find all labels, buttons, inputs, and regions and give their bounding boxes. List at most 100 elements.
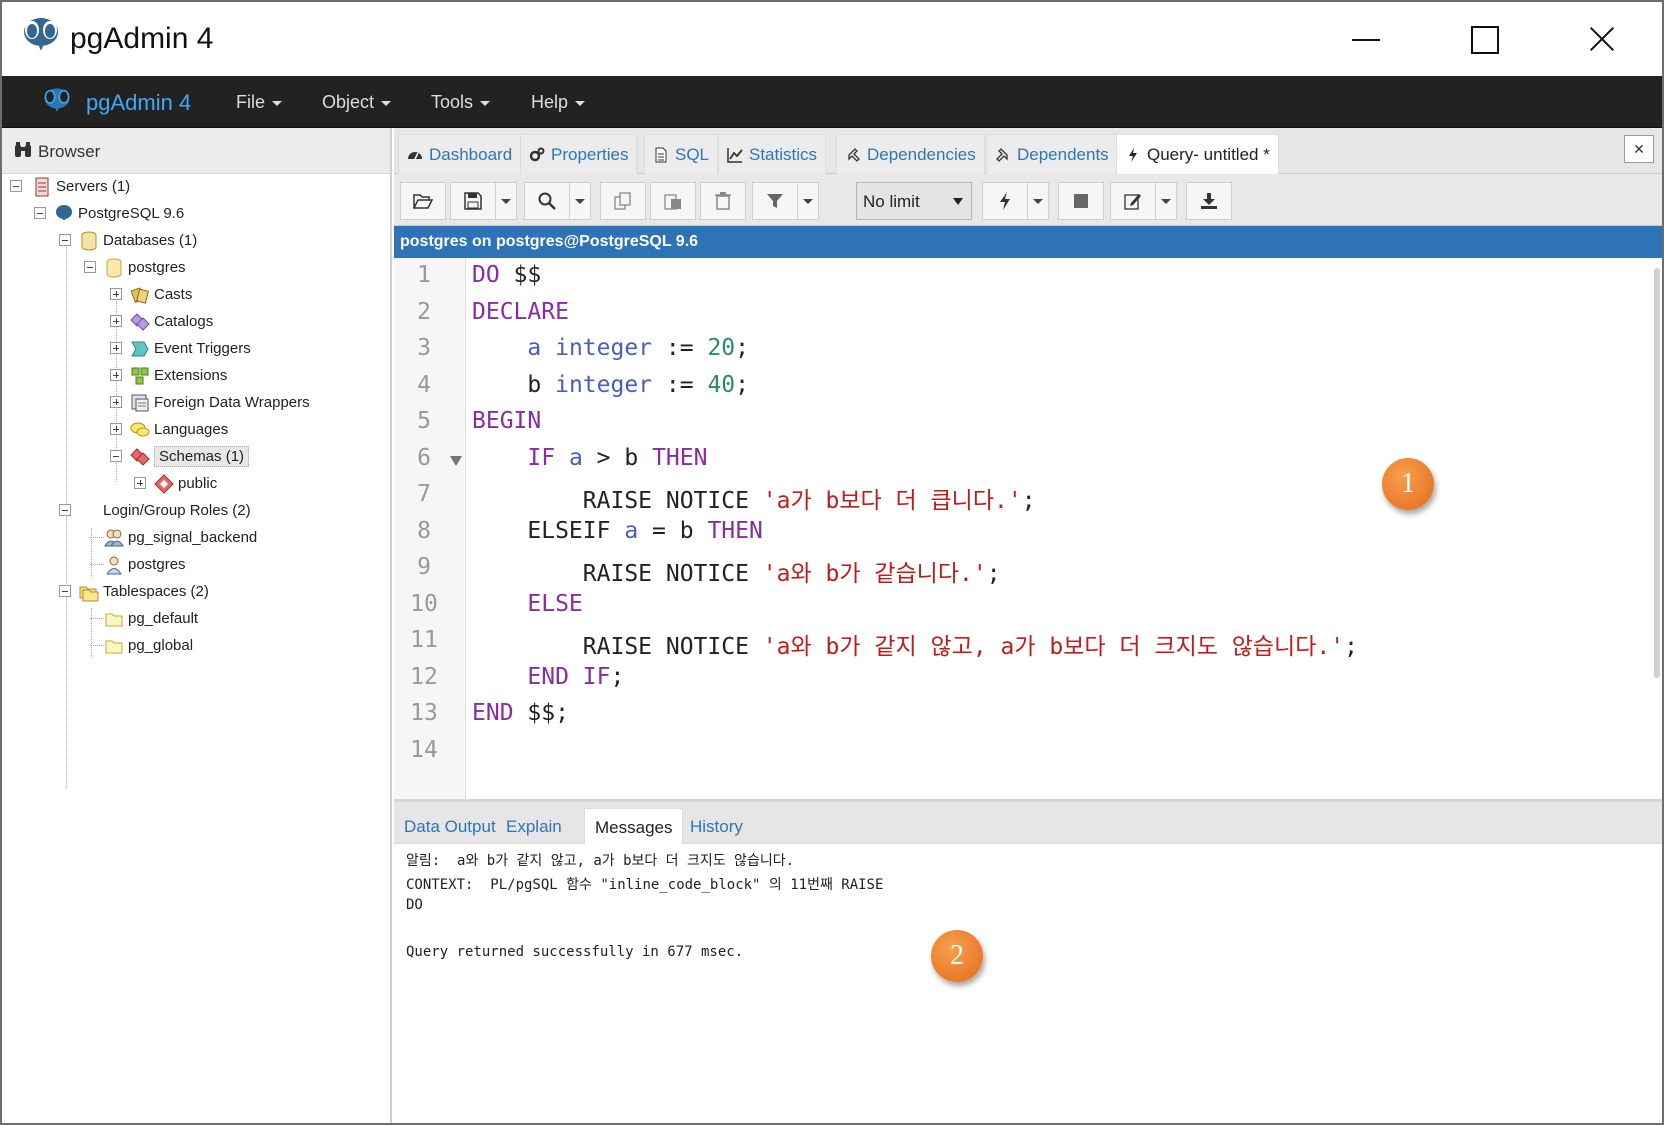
tab-dependents[interactable]: Dependents [986,134,1118,174]
collapse-toggle[interactable] [59,585,71,597]
extensions-icon [131,367,149,385]
tree-label: Tablespaces (2) [103,583,209,600]
delete-button[interactable] [700,182,746,220]
collapse-toggle[interactable] [84,261,96,273]
caret-down-icon [480,100,491,106]
line-number: 7 [417,481,431,507]
keyword: THEN [652,444,708,471]
app-window: pgAdmin 4 pgAdmin 4 File Object Tools He… [0,0,1664,1125]
find-button[interactable] [524,182,570,220]
fold-arrow-icon[interactable] [450,456,462,466]
editor-scrollbar[interactable] [1654,268,1660,678]
tree-label: Casts [154,286,193,303]
connection-bar: postgres on postgres@PostgreSQL 9.6 [394,226,1662,258]
line-number: 1 [417,262,431,288]
menu-help[interactable]: Help [531,92,586,113]
save-dropdown-button[interactable] [495,182,517,220]
tab-data-output[interactable]: Data Output [394,808,506,844]
stop-button[interactable] [1058,182,1104,220]
expand-toggle[interactable] [134,477,146,489]
tree-label: postgres [128,556,186,573]
execute-dropdown-button[interactable] [1027,182,1049,220]
expand-toggle[interactable] [110,288,122,300]
expand-toggle[interactable] [110,315,122,327]
collapse-toggle[interactable] [110,450,122,462]
tree-label: Servers (1) [56,178,131,195]
tree-label: pg_signal_backend [128,529,258,546]
maximize-button[interactable] [1454,16,1514,64]
tab-statistics[interactable]: Statistics [718,134,827,174]
number: 20 [707,335,736,361]
edit-button[interactable] [1110,182,1156,220]
tab-label: Statistics [749,144,818,164]
collapse-toggle[interactable] [34,207,46,219]
message-line [406,921,883,945]
expand-toggle[interactable] [110,369,122,381]
code-text: ; [986,561,1001,587]
search-icon [538,192,556,210]
open-file-button[interactable] [400,182,446,220]
copy-button[interactable] [600,182,646,220]
paste-icon [664,194,681,210]
tab-query-untitled[interactable]: Query- untitled * [1116,134,1279,175]
edit-dropdown-button[interactable] [1155,182,1177,220]
collapse-toggle[interactable] [59,504,71,516]
code-line-13: END $$; [472,700,569,726]
brand-link[interactable]: pgAdmin 4 [86,90,191,116]
tree-label: postgres [128,259,186,276]
line-number: 14 [410,736,438,763]
paste-button[interactable] [650,182,696,220]
expand-toggle[interactable] [110,342,122,354]
code-text: ; [1344,634,1358,660]
filter-dropdown-button[interactable] [797,182,819,220]
execute-button[interactable] [982,182,1028,220]
close-window-button[interactable] [1572,16,1632,64]
tab-properties[interactable]: Properties [520,134,638,174]
code-line-1: DO $$ [472,262,541,288]
tab-dependencies[interactable]: Dependencies [836,134,985,174]
variable: b [527,371,542,398]
folder-icon [105,640,123,654]
collapse-toggle[interactable] [10,180,22,192]
menu-help-label: Help [531,92,569,112]
tab-history[interactable]: History [680,808,753,844]
line-chart-icon [727,147,743,163]
tab-dashboard[interactable]: Dashboard [398,134,522,174]
code-line-11: RAISE NOTICE 'a와 b가 같지 않고, a가 b보다 더 크지도 … [472,627,1358,661]
find-dropdown-button[interactable] [569,182,591,220]
minimize-button[interactable] [1336,16,1396,64]
sql-editor[interactable]: 1 2 3 4 5 6 7 8 9 10 11 12 13 14 DO $$ D… [394,258,1662,802]
expand-toggle[interactable] [110,423,122,435]
row-limit-select[interactable]: No limit [856,182,972,220]
download-icon [1201,193,1217,209]
callout-badge-1: 1 [1382,458,1434,510]
collapse-toggle[interactable] [59,234,71,246]
tablespaces-icon [79,586,99,602]
menu-object[interactable]: Object [322,92,392,113]
message-line: Query returned successfully in 677 msec. [406,944,744,960]
filter-button[interactable] [752,182,798,220]
tree-label: Event Triggers [154,340,251,357]
close-panel-button[interactable]: ✕ [1624,135,1654,163]
code-line-10: ELSE [472,591,582,617]
messages-output: 알림: a와 b가 같지 않고, a가 b보다 더 크지도 않습니다. CONT… [406,850,883,968]
save-button[interactable] [450,182,496,220]
browser-panel: Browser Servers (1) PostgreSQL 9.6 Datab… [2,128,392,1123]
menu-tools[interactable]: Tools [431,92,491,113]
keyword: END IF [527,663,611,690]
tab-label: Dependencies [867,144,976,164]
expand-toggle[interactable] [110,396,122,408]
tree-label: Schemas (1) [154,446,250,467]
download-button[interactable] [1186,182,1232,220]
tab-messages[interactable]: Messages [584,808,684,844]
type: integer [555,371,653,398]
menu-file[interactable]: File [236,92,283,113]
browser-title: Browser [38,142,101,161]
elephant-server-icon [56,205,72,221]
tab-sql[interactable]: SQL [644,134,719,174]
tab-explain[interactable]: Explain [496,808,572,844]
file-text-icon [655,147,667,162]
stop-icon [1074,194,1088,208]
line-number: 4 [417,371,431,398]
server-group-icon [35,177,49,197]
